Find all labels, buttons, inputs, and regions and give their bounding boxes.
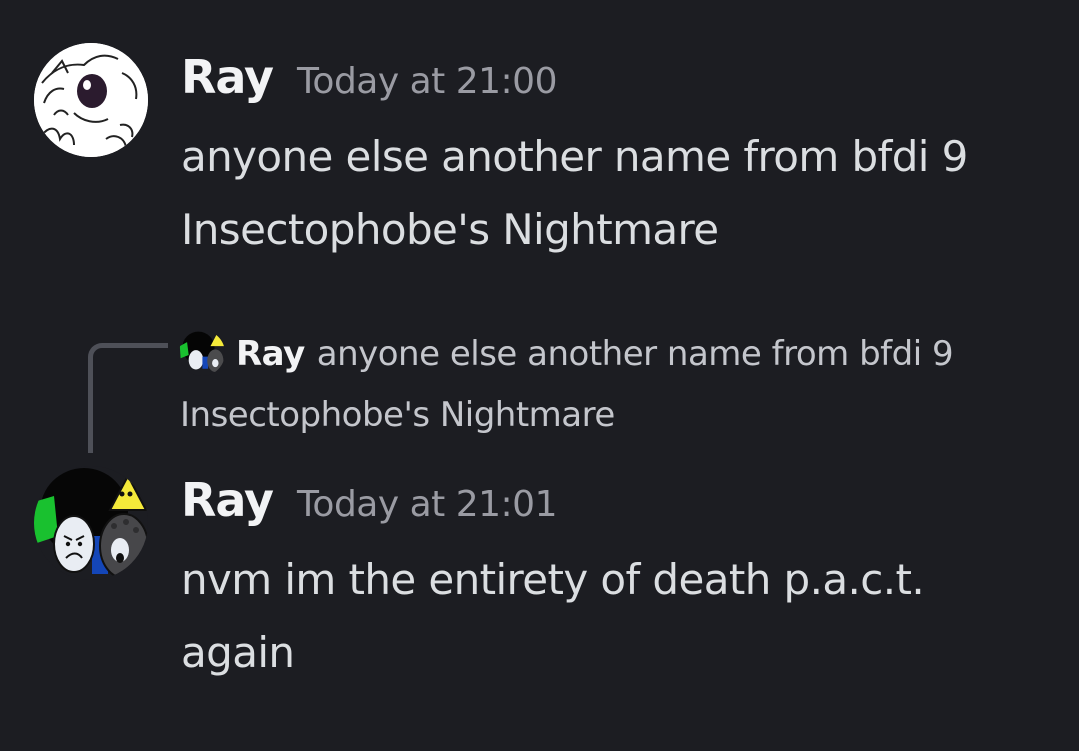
message-line: Insectophobe's Nightmare	[181, 205, 719, 254]
message-header: Ray Today at 21:00	[181, 50, 557, 104]
timestamp[interactable]: Today at 21:01	[297, 484, 557, 525]
username[interactable]: Ray	[181, 50, 274, 104]
sketch-character-avatar-icon[interactable]	[34, 43, 148, 157]
reply-text-continued: Insectophobe's Nightmare	[180, 395, 615, 435]
chat-log: Ray Today at 21:00 anyone else another n…	[0, 0, 1079, 751]
message-content: nvm im the entirety of death p.a.c.t. ag…	[181, 543, 925, 689]
timestamp[interactable]: Today at 21:00	[297, 61, 557, 102]
reply-connector-line	[88, 343, 168, 453]
message-1: Ray Today at 21:00 anyone else another n…	[0, 0, 1079, 300]
object-characters-group-avatar-icon[interactable]	[34, 466, 148, 580]
message-line: anyone else another name from bfdi 9	[181, 132, 968, 181]
message-content: anyone else another name from bfdi 9 Ins…	[181, 120, 968, 266]
reply-username[interactable]: Ray	[236, 334, 305, 374]
username[interactable]: Ray	[181, 473, 274, 527]
message-header: Ray Today at 21:01	[181, 473, 557, 527]
reply-text: anyone else another name from bfdi 9	[316, 334, 954, 374]
reply-preview[interactable]: Ray anyone else another name from bfdi 9	[236, 330, 954, 378]
message-line: nvm im the entirety of death p.a.c.t.	[181, 555, 925, 604]
message-line: again	[181, 628, 295, 677]
object-characters-group-avatar-icon[interactable]	[179, 330, 225, 376]
message-2: Ray Today at 21:01 nvm im the entirety o…	[0, 460, 1079, 740]
